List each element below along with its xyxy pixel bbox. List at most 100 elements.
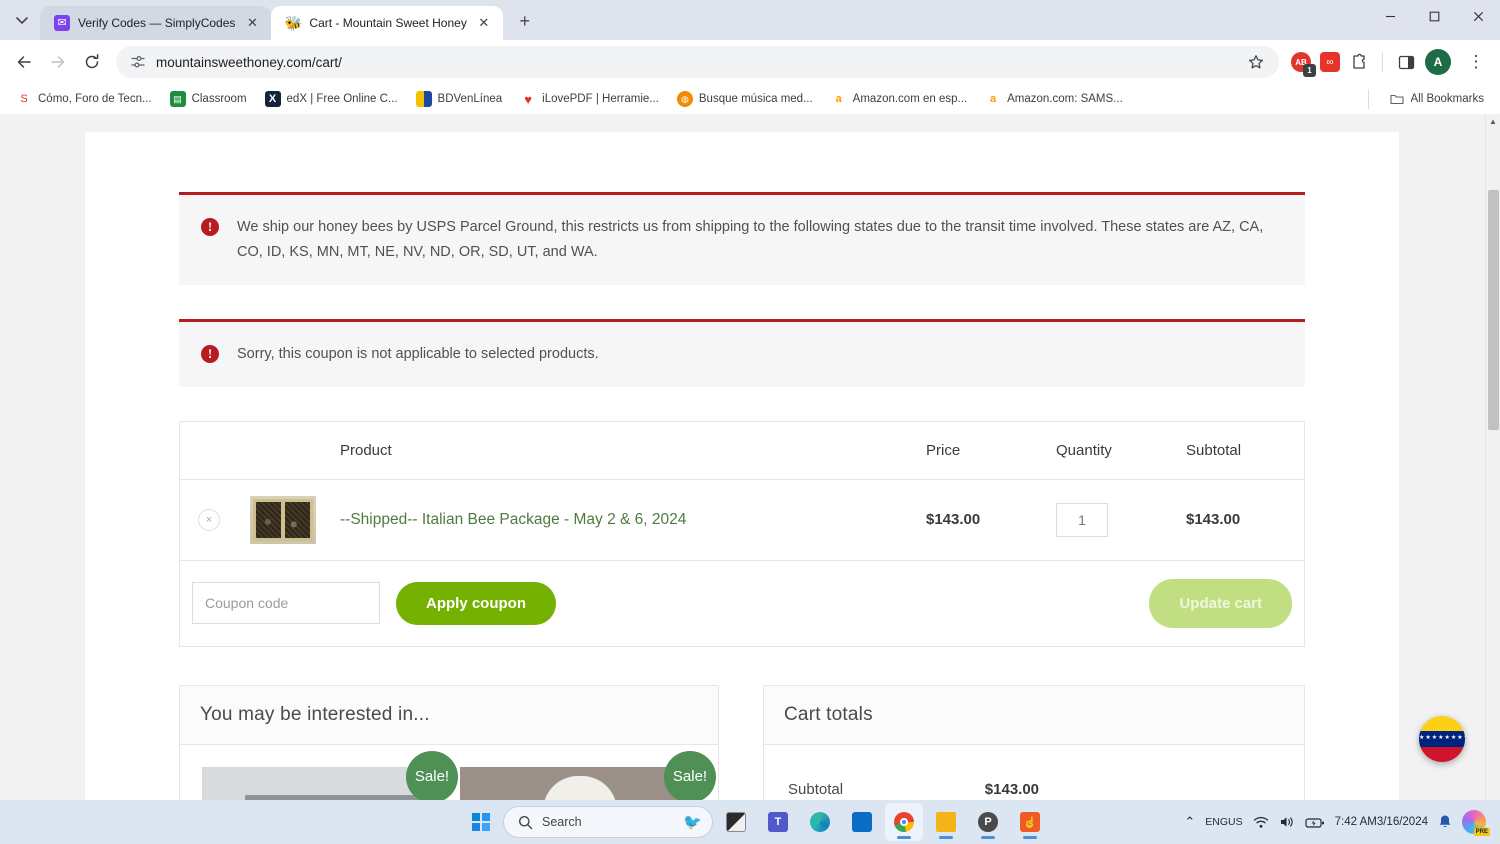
thumbnail-column-header (238, 421, 328, 480)
chevron-down-icon (16, 17, 28, 25)
ilovepdf-icon: ♥ (524, 91, 532, 107)
running-indicator (897, 836, 911, 839)
tray-overflow-button[interactable]: ⌃ (1184, 814, 1195, 830)
shipping-restriction-notice: ! We ship our honey bees by USPS Parcel … (179, 192, 1305, 285)
file-explorer-button[interactable] (927, 803, 965, 841)
quantity-cell (1044, 479, 1174, 561)
extensions-puzzle-icon[interactable] (1349, 52, 1369, 72)
battery-icon[interactable] (1305, 816, 1325, 829)
bookmark-label: BDVenLínea (437, 93, 503, 105)
table-row: × --Shipped-- Italian Bee Package - May … (180, 479, 1304, 561)
microsoft-teams-button[interactable]: T (759, 803, 797, 841)
bookmark-amazon-esp[interactable]: a Amazon.com en esp... (823, 87, 975, 111)
arrow-left-icon (17, 56, 31, 68)
upsell-header: You may be interested in... (180, 685, 718, 745)
bookmark-como-foro[interactable]: S Cómo, Foro de Tecn... (8, 87, 160, 111)
bookmark-label: Amazon.com: SAMS... (1007, 93, 1123, 105)
apply-coupon-button[interactable]: Apply coupon (396, 581, 556, 625)
bookmark-label: Cómo, Foro de Tecn... (38, 93, 152, 105)
maximize-icon (1429, 11, 1439, 21)
all-bookmarks-label: All Bookmarks (1410, 93, 1485, 105)
tab-strip: ✉ Verify Codes — SimplyCodes ✕ 🐝 Cart - … (0, 0, 1500, 40)
bookmark-label: Amazon.com en esp... (852, 93, 968, 105)
error-icon: ! (201, 218, 219, 236)
all-bookmarks-button[interactable]: All Bookmarks (1381, 87, 1493, 111)
profile-avatar[interactable]: A (1425, 49, 1451, 75)
bookmark-classroom[interactable]: ▤ Classroom (162, 87, 255, 111)
bookmark-label: Classroom (191, 93, 247, 105)
proton-vpn-button[interactable]: P (969, 803, 1007, 841)
tab-close-icon[interactable]: ✕ (475, 14, 493, 32)
error-icon: ! (201, 344, 219, 363)
cart-table: Product Price Quantity Subtotal × --Ship… (180, 421, 1304, 561)
orange-app-button[interactable]: ☝ (1011, 803, 1049, 841)
wifi-icon[interactable] (1253, 815, 1269, 829)
notifications-bell-icon[interactable] (1438, 814, 1452, 830)
frame-divider (281, 498, 285, 541)
microsoft-edge-button[interactable] (801, 803, 839, 841)
thumbnail-cell (238, 479, 328, 561)
venezuela-flag-button[interactable]: ★★★★★★★★ (1419, 716, 1465, 762)
scrollbar-thumb[interactable] (1488, 190, 1499, 430)
bookmark-star-icon[interactable] (1241, 47, 1271, 77)
update-cart-button[interactable]: Update cart (1149, 578, 1292, 628)
minimize-button[interactable] (1368, 0, 1412, 32)
page-viewport: ! We ship our honey bees by USPS Parcel … (0, 114, 1500, 800)
side-panel-glyph (1398, 55, 1414, 69)
volume-icon[interactable] (1279, 815, 1295, 829)
task-view-button[interactable] (717, 803, 755, 841)
product-price: $143.00 (926, 511, 981, 529)
page-settings-icon[interactable] (130, 54, 146, 70)
edge-icon (810, 812, 830, 832)
tab-close-icon[interactable]: ✕ (243, 14, 261, 32)
bookmarks-divider (1367, 89, 1369, 109)
bell-glyph (1439, 815, 1451, 828)
page-scrollbar[interactable]: ▲ (1485, 114, 1500, 800)
windows-taskbar: Search 🐦 T P ☝ ⌃ ENG US 7:42 AM 3/16/202… (0, 800, 1500, 844)
url-text: mountainsweethoney.com/cart/ (156, 54, 342, 70)
reload-button[interactable] (76, 46, 108, 78)
tab-search-icon[interactable] (8, 6, 36, 34)
password-extension-icon[interactable]: ∞ (1320, 52, 1340, 72)
bookmark-edx[interactable]: X edX | Free Online C... (257, 87, 406, 111)
clock[interactable]: 7:42 AM 3/16/2024 (1335, 815, 1428, 830)
bookmark-amazon-sams[interactable]: a Amazon.com: SAMS... (977, 87, 1131, 111)
coupon-error-notice: ! Sorry, this coupon is not applicable t… (179, 318, 1305, 387)
list-item[interactable]: Sale! (202, 750, 458, 800)
chrome-menu-button[interactable]: ⋮ (1460, 46, 1492, 78)
scroll-up-arrow[interactable]: ▲ (1486, 114, 1500, 128)
side-panel-icon[interactable] (1396, 52, 1416, 72)
remove-item-button[interactable]: × (198, 508, 220, 531)
microsoft-store-button[interactable] (843, 803, 881, 841)
quantity-input[interactable] (1056, 502, 1108, 537)
start-button[interactable] (463, 804, 499, 840)
back-button[interactable] (8, 46, 40, 78)
product-link[interactable]: --Shipped-- Italian Bee Package - May 2 … (340, 511, 686, 528)
bird-icon: 🐦 (683, 814, 702, 831)
hand-cursor-icon: ☝ (1020, 812, 1040, 832)
tab-cart-mountain-sweet-honey[interactable]: 🐝 Cart - Mountain Sweet Honey ✕ (271, 6, 503, 40)
forward-button[interactable] (42, 46, 74, 78)
language-indicator[interactable]: ENG US (1205, 816, 1242, 828)
maximize-button[interactable] (1412, 0, 1456, 32)
google-chrome-button[interactable] (885, 803, 923, 841)
close-window-button[interactable] (1456, 0, 1500, 32)
bookmark-bdvenlinea[interactable]: ▌ BDVenLínea (408, 87, 511, 111)
task-view-icon (726, 812, 746, 832)
new-tab-button[interactable]: + (511, 7, 539, 35)
tab-title: Verify Codes — SimplyCodes (78, 16, 236, 30)
bookmark-ilovepdf[interactable]: ♥ iLovePDF | Herramie... (512, 87, 667, 111)
upsell-panel: You may be interested in... Sale! Sale! (179, 684, 719, 800)
search-input[interactable]: Search 🐦 (503, 806, 713, 838)
star-icon (1249, 55, 1263, 69)
adblock-extension-icon[interactable]: AB 1 (1291, 52, 1316, 77)
product-thumbnail[interactable] (250, 495, 316, 544)
system-tray: ⌃ ENG US 7:42 AM 3/16/2024 PRE (1184, 810, 1492, 836)
address-bar[interactable]: mountainsweethoney.com/cart/ (116, 46, 1279, 78)
list-item[interactable]: Sale! (460, 750, 716, 800)
status-badge: Sale! (406, 750, 458, 800)
tab-verify-codes[interactable]: ✉ Verify Codes — SimplyCodes ✕ (40, 6, 272, 40)
bookmark-busque-musica[interactable]: ◍ Busque música med... (669, 87, 821, 111)
copilot-icon[interactable]: PRE (1462, 810, 1490, 836)
coupon-code-input[interactable] (192, 582, 380, 625)
